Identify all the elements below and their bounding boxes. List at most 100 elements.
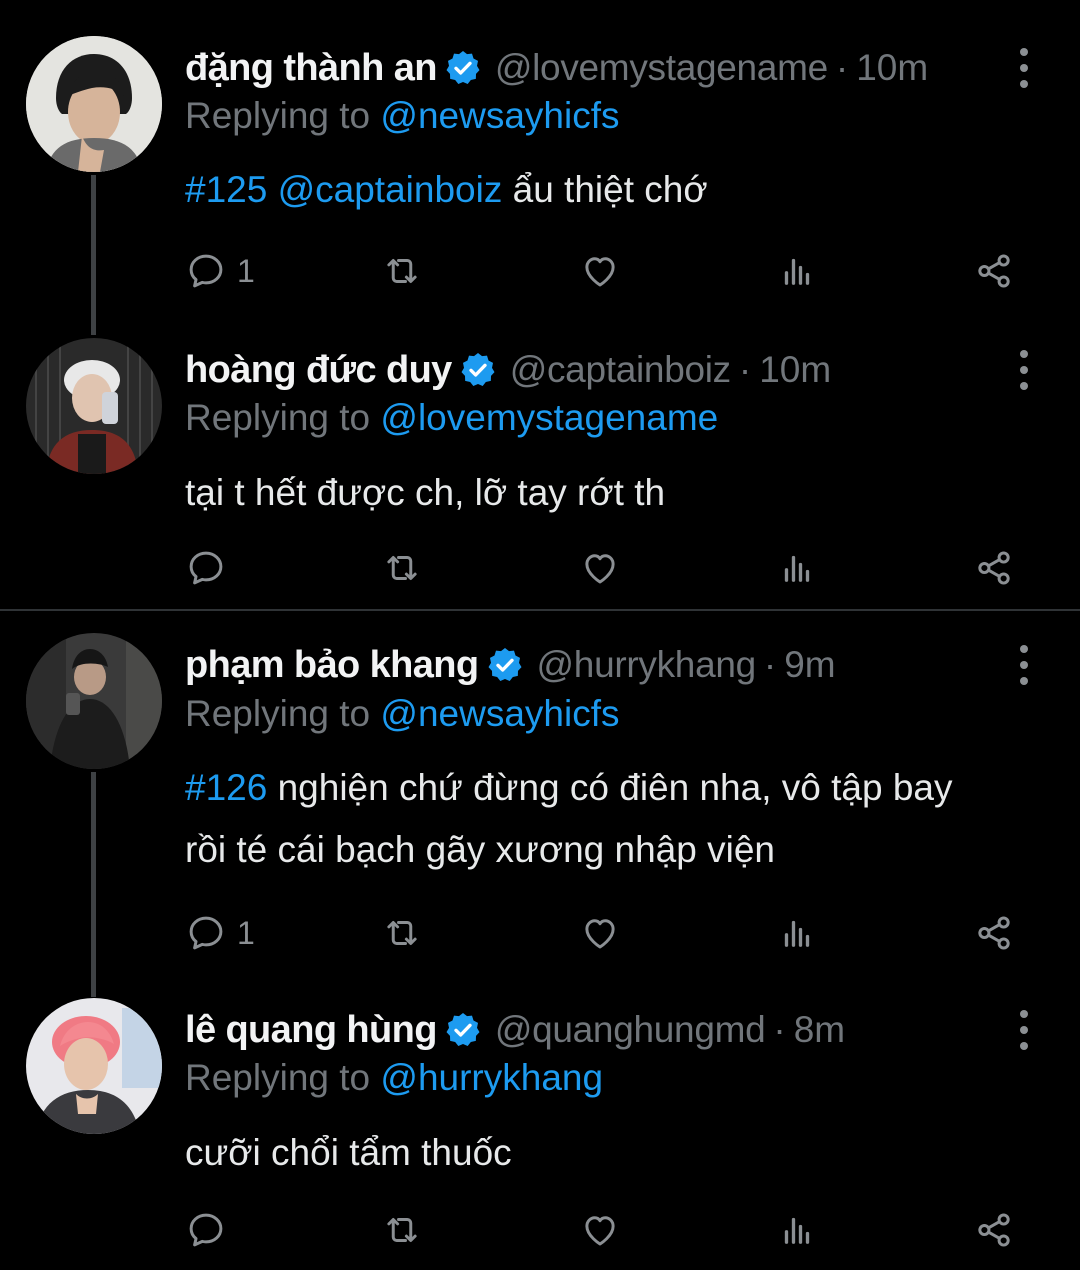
author-handle[interactable]: @lovemystagename [495,47,828,89]
more-icon[interactable] [1012,350,1036,390]
like-icon [579,1209,621,1251]
timestamp[interactable]: 10m [759,349,831,391]
separator: · [763,644,777,685]
views-icon [776,1209,818,1251]
avatar[interactable] [26,998,162,1134]
reply-icon [185,1209,227,1251]
share-icon [973,1209,1015,1251]
reply-icon [185,912,227,954]
retweet-button[interactable] [381,247,423,295]
replying-label: Replying to [185,397,371,438]
reply-count: 1 [237,914,255,951]
separator: · [738,349,752,390]
replying-to: Replying to @hurrykhang [185,1057,603,1099]
retweet-icon [381,912,423,954]
action-bar [185,1206,1035,1254]
tweet-text-content: tại t hết được ch, lỡ tay rớt th [185,472,666,513]
retweet-button[interactable] [381,1206,423,1254]
like-icon [579,547,621,589]
replying-label: Replying to [185,95,371,136]
retweet-button[interactable] [381,544,423,592]
share-icon [973,912,1015,954]
reply-count: 1 [237,252,255,289]
verified-badge-icon [443,1010,483,1050]
author-handle[interactable]: @hurrykhang [537,644,757,686]
like-button[interactable] [579,247,621,295]
action-bar: 1 [185,909,1035,957]
like-icon [579,250,621,292]
like-button[interactable] [579,544,621,592]
like-icon [579,912,621,954]
hashtag-link[interactable]: #125 [185,169,267,210]
tweet-text: tại t hết được ch, lỡ tay rớt th [185,462,1045,524]
retweet-button[interactable] [381,909,423,957]
reply-button[interactable] [185,544,227,592]
timestamp[interactable]: 8m [794,1009,845,1051]
views-icon [776,912,818,954]
hashtag-link[interactable]: #126 [185,767,267,808]
share-button[interactable] [973,909,1015,957]
avatar[interactable] [26,633,162,769]
views-button[interactable] [776,909,818,957]
views-icon [776,547,818,589]
author-handle[interactable]: @quanghungmd [495,1009,766,1051]
replying-to-link[interactable]: @newsayhicfs [380,95,619,136]
retweet-icon [381,1209,423,1251]
like-button[interactable] [579,909,621,957]
reply-button[interactable]: 1 [185,247,255,295]
author-name[interactable]: đặng thành an [185,47,437,90]
author-handle[interactable]: @captainboiz [510,349,731,391]
more-icon[interactable] [1012,645,1036,685]
replying-to: Replying to @lovemystagename [185,397,718,439]
reply-button[interactable] [185,1206,227,1254]
tweet[interactable]: đặng thành an @lovemystagename · 10m Rep… [0,0,1080,330]
views-button[interactable] [776,1206,818,1254]
tweet-text: #125 @captainboiz ẩu thiệt chớ [185,159,1045,221]
author-name[interactable]: hoàng đức duy [185,349,452,392]
avatar[interactable] [26,36,162,172]
share-icon [973,250,1015,292]
replying-to: Replying to @newsayhicfs [185,95,619,137]
replying-to: Replying to @newsayhicfs [185,693,619,735]
tweet-text-content: cưỡi chổi tẩm thuốc [185,1132,512,1173]
more-icon[interactable] [1012,1010,1036,1050]
verified-badge-icon [458,350,498,390]
views-button[interactable] [776,544,818,592]
retweet-icon [381,250,423,292]
replying-to-link[interactable]: @newsayhicfs [380,693,619,734]
author-name[interactable]: phạm bảo khang [185,644,479,687]
tweet-text: cưỡi chổi tẩm thuốc [185,1122,1045,1184]
tweet-text: #126 nghiện chứ đừng có điên nha, vô tập… [185,757,1045,881]
timestamp[interactable]: 9m [784,644,835,686]
like-button[interactable] [579,1206,621,1254]
tweet[interactable]: phạm bảo khang @hurrykhang · 9m Replying… [0,611,1080,986]
author-name[interactable]: lê quang hùng [185,1009,437,1052]
views-button[interactable] [776,247,818,295]
replying-label: Replying to [185,693,371,734]
reply-icon [185,250,227,292]
reply-button[interactable]: 1 [185,909,255,957]
verified-badge-icon [443,48,483,88]
mention-link[interactable]: @captainboiz [278,169,503,210]
share-button[interactable] [973,247,1015,295]
more-icon[interactable] [1012,48,1036,88]
share-button[interactable] [973,1206,1015,1254]
tweet[interactable]: hoàng đức duy @captainboiz · 10m Replyin… [0,300,1080,610]
views-icon [776,250,818,292]
retweet-icon [381,547,423,589]
tweet-text-line: rồi té cái bạch gãy xương nhập viện [185,829,775,870]
tweet-text-content: ẩu thiệt chớ [502,169,708,210]
tweet[interactable]: lê quang hùng @quanghungmd · 8m Replying… [0,968,1080,1270]
action-bar [185,544,1035,592]
replying-to-link[interactable]: @lovemystagename [380,397,718,438]
reply-icon [185,547,227,589]
replying-to-link[interactable]: @hurrykhang [380,1057,603,1098]
separator: · [835,47,849,88]
timestamp[interactable]: 10m [856,47,928,89]
avatar[interactable] [26,338,162,474]
replying-label: Replying to [185,1057,371,1098]
share-button[interactable] [973,544,1015,592]
verified-badge-icon [485,645,525,685]
action-bar: 1 [185,247,1035,295]
share-icon [973,547,1015,589]
